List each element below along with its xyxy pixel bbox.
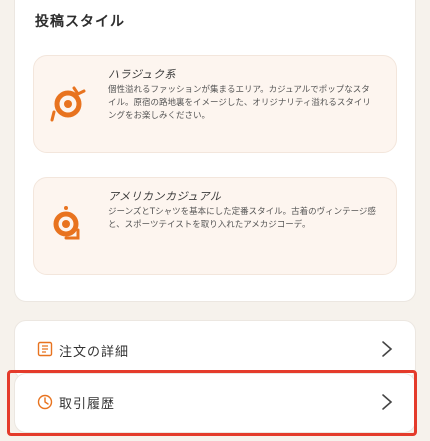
receipt-icon (37, 341, 53, 357)
transaction-history-label: 取引履歴 (59, 397, 116, 412)
style-card-american-casual[interactable]: アメリカンカジュアル ジーンズとTシャツを基本にした定番スタイル。古着のヴィンテ… (33, 177, 397, 275)
chevron-right-icon (382, 341, 393, 357)
clock-icon (37, 394, 53, 410)
style-card-harajuku[interactable]: ハラジュク系 個性溢れるファッションが集まるエリア。カジュアルでポップなスタイル… (33, 55, 397, 153)
section-title: 投稿スタイル (35, 14, 125, 30)
style-name: アメリカンカジュアル (108, 190, 222, 203)
person-walking-icon (50, 86, 86, 122)
chevron-right-icon (382, 394, 393, 410)
order-details-row[interactable]: 注文の詳細 (14, 320, 416, 380)
order-details-label: 注文の詳細 (59, 345, 130, 360)
post-style-section: 投稿スタイル ハラジュク系 個性溢れるファッションが集まるエリア。カジュアルでポ… (14, 0, 416, 302)
transaction-history-row[interactable]: 取引履歴 (14, 373, 416, 433)
style-description: 個性溢れるファッションが集まるエリア。カジュアルでポップなスタイル。原宿の路地裏… (108, 85, 371, 121)
style-description: ジーンズとTシャツを基本にした定番スタイル。古着のヴィンテージ感と、スポーツテイ… (108, 207, 376, 230)
sneaker-icon (53, 206, 80, 240)
style-name: ハラジュク系 (108, 68, 177, 81)
